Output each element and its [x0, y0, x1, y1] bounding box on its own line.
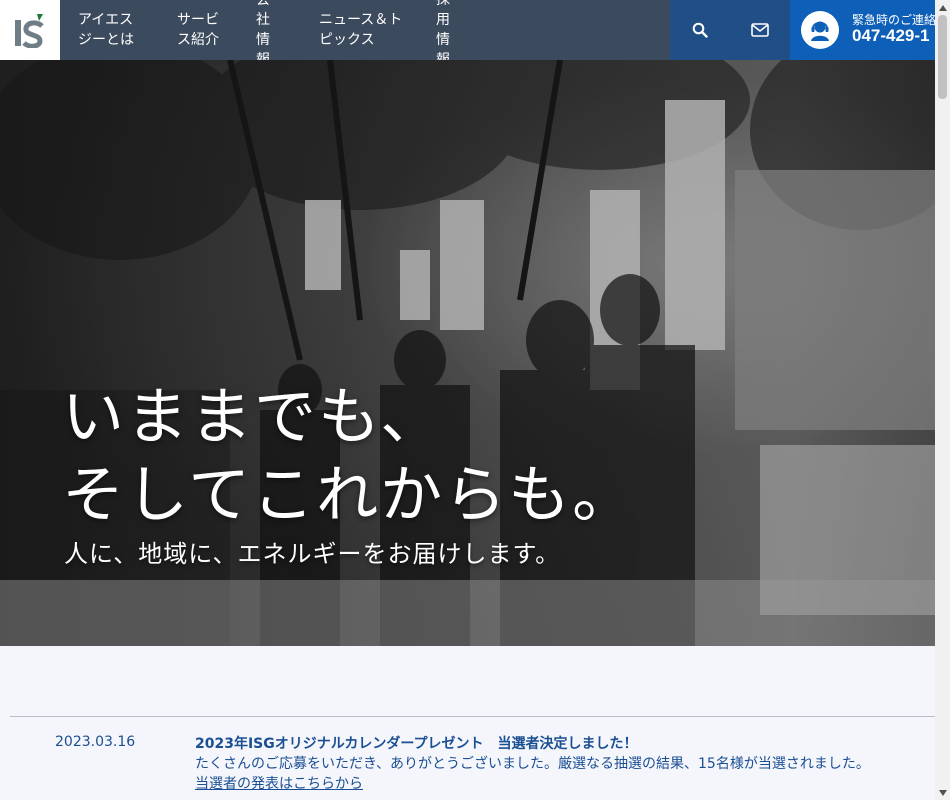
- contact-phone[interactable]: 047-429-1: [852, 26, 930, 46]
- search-button[interactable]: [670, 0, 730, 60]
- logo[interactable]: [0, 0, 60, 60]
- scroll-thumb[interactable]: [938, 15, 947, 99]
- scroll-down-arrow[interactable]: [935, 785, 950, 800]
- site-header: アイエス ジーとは サービ ス紹介 会 社 情 報 ニュース＆ト ピックス 採 …: [0, 0, 935, 68]
- scroll-up-arrow[interactable]: [935, 0, 950, 15]
- nav-recruit[interactable]: 採 用 情 報: [436, 0, 450, 68]
- hero-banner: いままでも、 そしてこれからも。 人に、地域に、エネルギーをお届けします。: [0, 60, 935, 646]
- nav-news-line2: ピックス: [319, 32, 375, 48]
- news-title[interactable]: 2023年ISGオリジナルカレンダープレゼント 当選者決定しました！: [195, 733, 638, 753]
- mail-button[interactable]: [730, 0, 790, 60]
- nav-company-line3: 情: [256, 32, 270, 48]
- news-date: 2023.03.16: [55, 734, 136, 750]
- nav-about-line2: ジーとは: [78, 32, 134, 48]
- news-divider: [10, 716, 935, 717]
- news-winners-link[interactable]: 当選者の発表はこちらから: [195, 773, 363, 793]
- hero-title: いままでも、 そしてこれからも。: [62, 378, 636, 534]
- nav-services[interactable]: サービ ス紹介: [177, 0, 219, 60]
- nav-about-line1: アイエス: [78, 12, 134, 28]
- operator-icon: [801, 11, 839, 49]
- nav-services-line2: ス紹介: [177, 32, 219, 48]
- nav-about[interactable]: アイエス ジーとは: [78, 0, 134, 60]
- nav-services-line1: サービ: [177, 12, 219, 28]
- nav-recruit-line2: 用: [436, 12, 450, 28]
- nav-news-line1: ニュース＆ト: [319, 12, 403, 28]
- mail-icon: [751, 23, 769, 37]
- news-body: たくさんのご応募をいただき、ありがとうございました。厳選なる抽選の結果、15名様…: [195, 756, 870, 772]
- nav-company-line1: 会: [256, 0, 270, 8]
- news-section: 2023.03.16 2023年ISGオリジナルカレンダープレゼント 当選者決定…: [0, 646, 935, 800]
- nav-company-line2: 社: [256, 12, 270, 28]
- nav-news[interactable]: ニュース＆ト ピックス: [319, 0, 402, 60]
- search-icon: [692, 22, 708, 38]
- logo-icon: [15, 14, 44, 48]
- nav-company[interactable]: 会 社 情 報: [256, 0, 270, 68]
- hero-title-line1: いままでも、: [62, 380, 445, 453]
- nav-recruit-line1: 採: [436, 0, 450, 8]
- nav-recruit-line3: 情: [436, 32, 450, 48]
- hero-subtitle: 人に、地域に、エネルギーをお届けします。: [64, 540, 561, 568]
- page-scrollbar[interactable]: [935, 0, 950, 800]
- emergency-contact[interactable]: 緊急時のご連絡 047-429-1: [790, 0, 935, 60]
- hero-title-line2: そしてこれからも。: [62, 458, 637, 531]
